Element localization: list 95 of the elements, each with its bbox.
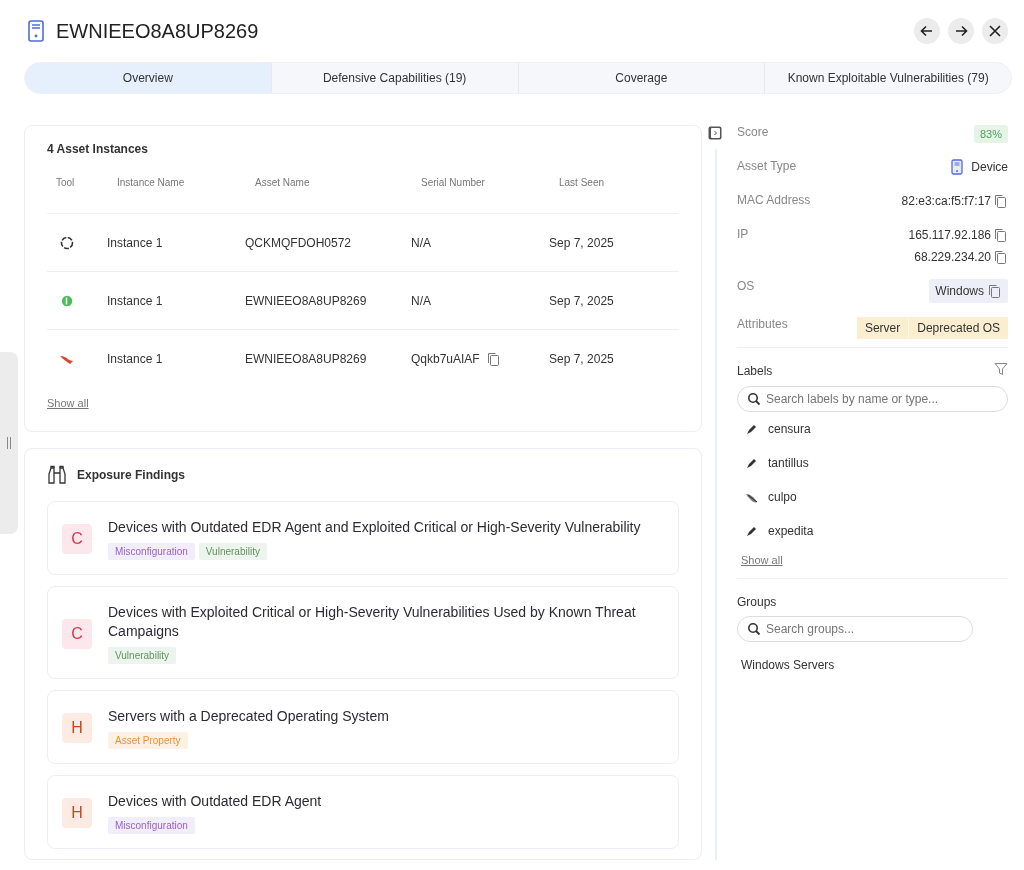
- column-header: Tool: [55, 177, 76, 188]
- server-icon: [28, 20, 44, 42]
- column-header: Instance Name: [116, 177, 186, 188]
- field-value: Device: [971, 160, 1008, 174]
- label-name: expedita: [768, 524, 814, 538]
- field-value: 68.229.234.20: [914, 250, 991, 264]
- table-cell: Qqkb7uAIAF: [411, 351, 480, 366]
- field-value: Windows: [935, 284, 984, 298]
- column-header: Last Seen: [558, 177, 606, 188]
- field-value: 82:e3:ca:f5:f7:17: [901, 194, 991, 208]
- panel-resize-handle[interactable]: [0, 352, 18, 534]
- pen-icon: [745, 524, 758, 538]
- severity-badge: H: [62, 713, 92, 743]
- forward-arrow-icon: [953, 23, 969, 39]
- tab[interactable]: Defensive Capabilities (19): [270, 63, 518, 93]
- attribute-tag: Deprecated OS: [908, 317, 1008, 339]
- pen-icon: [745, 456, 758, 470]
- severity-badge: H: [62, 798, 92, 828]
- tab[interactable]: Overview: [25, 63, 271, 93]
- label-name: culpo: [768, 490, 797, 504]
- group-item[interactable]: Windows Servers: [741, 658, 1004, 672]
- table-cell-text: Sep 7, 2025: [549, 293, 615, 308]
- table-cell-text: EWNIEEO8A8UP8269: [245, 293, 368, 308]
- label-name: censura: [768, 422, 811, 436]
- section-title: 4 Asset Instances: [47, 142, 149, 156]
- field-label: OS: [737, 279, 755, 293]
- severity-badge: C: [62, 524, 92, 554]
- search-icon: [747, 392, 761, 406]
- panel-icon: [708, 126, 722, 140]
- severity-badge: C: [62, 618, 92, 649]
- binoculars-icon: [47, 465, 67, 485]
- table-cell-text: QCKMQFDOH0572: [245, 235, 353, 250]
- tag: Misconfiguration: [108, 817, 195, 834]
- show-all-link[interactable]: Show all: [47, 397, 89, 409]
- field-value: 165.117.92.186: [908, 228, 991, 242]
- score-badge: 83%: [973, 125, 1008, 143]
- finding-card[interactable]: C Devices with Exploited Critical or High-Severity Vulnerabilities Used by Known Threat Campaigns Vulnerability: [47, 586, 679, 679]
- ring-logo-icon: [59, 234, 75, 251]
- pen-icon: [745, 422, 758, 436]
- search-field[interactable]: Search labels by name or type...: [737, 386, 1008, 412]
- field-label: Asset Type: [737, 159, 797, 173]
- label-item[interactable]: censura: [737, 412, 1008, 446]
- tag: Vulnerability: [198, 543, 267, 560]
- column-header: Serial Number: [420, 177, 486, 188]
- copy-icon: [993, 227, 1008, 243]
- table-cell-text: EWNIEEO8A8UP8269: [245, 351, 368, 366]
- copy-icon: [993, 249, 1008, 265]
- tag: Asset Property: [108, 732, 188, 749]
- tag: Vulnerability: [108, 647, 177, 664]
- asset-title: EWNIEEO8A8UP8269: [56, 19, 260, 43]
- finding-title: Devices with Exploited Critical or High-Severity Vulnerabilities Used by Known Threat Campaigns: [108, 603, 637, 641]
- table-cell-text: Instance 1: [107, 351, 164, 366]
- label-item[interactable]: expedita: [737, 514, 1008, 548]
- grip-icon: [6, 436, 12, 450]
- finding-title: Servers with a Deprecated Operating System: [108, 707, 389, 726]
- table-cell: N/A: [411, 293, 431, 308]
- finding-card[interactable]: H Servers with a Deprecated Operating System Asset Property: [47, 690, 679, 764]
- field-label: Score: [737, 125, 769, 139]
- section-title: Labels: [737, 363, 773, 378]
- close-icon: [987, 23, 1003, 39]
- table-cell-text: Instance 1: [107, 293, 164, 308]
- tab[interactable]: Coverage: [517, 63, 765, 93]
- show-all-link[interactable]: Show all: [741, 554, 783, 566]
- leaf-icon: [59, 292, 75, 309]
- column-header: Asset Name: [254, 177, 311, 188]
- forward-button[interactable]: [948, 18, 974, 44]
- collapse-panel-button[interactable]: [708, 126, 722, 140]
- label-name: tantillus: [768, 456, 809, 470]
- device-icon: [951, 159, 964, 175]
- attribute-tag: Server: [856, 317, 909, 339]
- field-label: Attributes: [737, 317, 788, 331]
- finding-card[interactable]: C Devices with Outdated EDR Agent and Exploited Critical or High-Severity Vulnerability Misconfiguration Vulnerability: [47, 501, 679, 575]
- finding-title: Devices with Outdated EDR Agent: [108, 792, 322, 811]
- table-cell: N/A: [411, 235, 431, 250]
- copy-icon: [993, 193, 1008, 209]
- section-title: Groups: [737, 595, 778, 609]
- section-title: Exposure Findings: [77, 468, 185, 482]
- label-item[interactable]: tantillus: [737, 446, 1008, 480]
- label-item[interactable]: culpo: [737, 480, 1008, 514]
- tag: Misconfiguration: [108, 543, 195, 560]
- tab[interactable]: Known Exploitable Vulnerabilities (79): [764, 63, 1011, 93]
- finding-title: Devices with Outdated EDR Agent and Exploited Critical or High-Severity Vulnerability: [108, 518, 641, 537]
- search-field[interactable]: Search groups...: [737, 616, 973, 642]
- field-label: MAC Address: [737, 193, 811, 207]
- table-cell-text: Instance 1: [107, 235, 164, 250]
- filter-icon: [994, 362, 1008, 376]
- finding-card[interactable]: H Devices with Outdated EDR Agent Misconfiguration: [47, 775, 679, 849]
- close-button[interactable]: [982, 18, 1008, 44]
- table-cell-text: Sep 7, 2025: [549, 235, 615, 250]
- back-arrow-icon: [919, 23, 935, 39]
- copy-icon: [987, 283, 1002, 299]
- back-button[interactable]: [914, 18, 940, 44]
- search-icon: [747, 622, 761, 636]
- table-cell-text: Sep 7, 2025: [549, 351, 615, 366]
- field-label: IP: [737, 227, 749, 241]
